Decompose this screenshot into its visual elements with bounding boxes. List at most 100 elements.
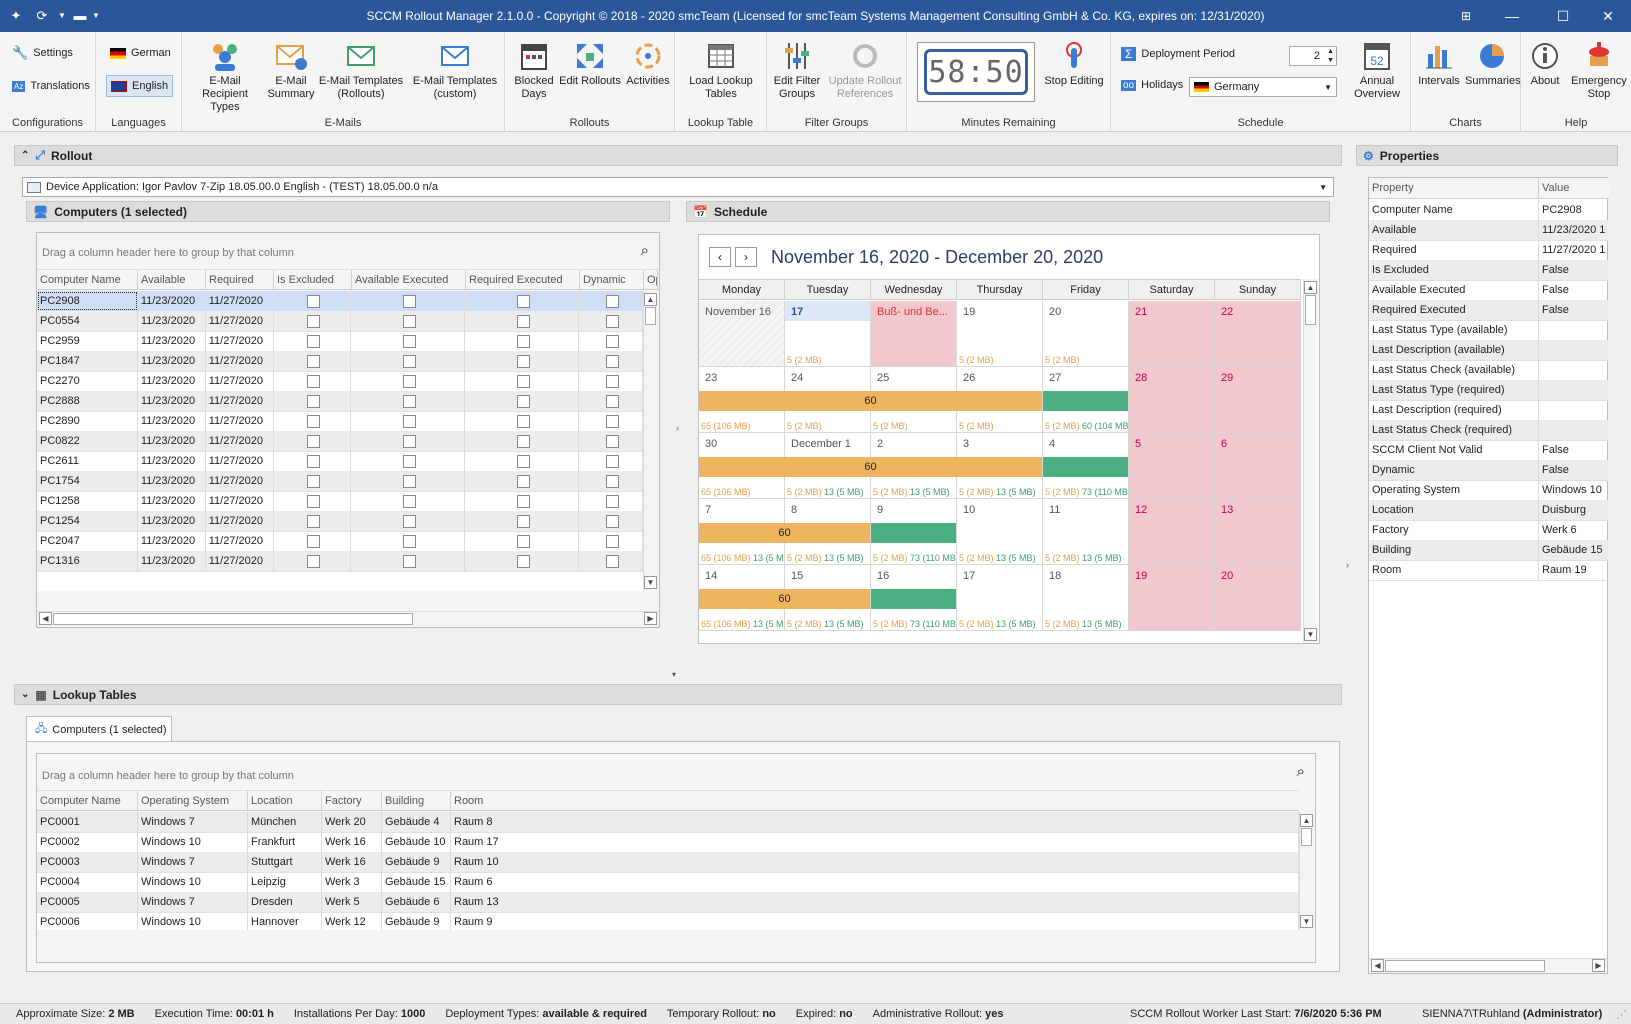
- scroll-down-icon[interactable]: ▼: [1304, 628, 1317, 641]
- checkbox[interactable]: [605, 494, 619, 508]
- deployment-bar[interactable]: [1043, 391, 1128, 411]
- col-property[interactable]: Property: [1369, 178, 1539, 198]
- checkbox[interactable]: [402, 334, 416, 348]
- computers-vscroll[interactable]: ▲ ▼: [643, 291, 658, 591]
- checkbox[interactable]: [402, 414, 416, 428]
- scroll-up-icon[interactable]: ▲: [644, 293, 657, 306]
- intervals-button[interactable]: Intervals: [1415, 40, 1463, 88]
- maximize-button[interactable]: ☐: [1540, 0, 1586, 32]
- checkbox-cell[interactable]: [351, 391, 466, 411]
- scroll-left-icon[interactable]: ◀: [1371, 959, 1384, 972]
- checkbox-cell[interactable]: [351, 331, 466, 351]
- checkbox-cell[interactable]: [351, 311, 466, 331]
- checkbox[interactable]: [307, 434, 321, 448]
- calendar-vscroll[interactable]: ▲ ▼: [1303, 279, 1318, 643]
- checkbox[interactable]: [605, 374, 619, 388]
- calendar-day[interactable]: 18 5 (2 MB) 13 (5 MB): [1043, 565, 1129, 631]
- checkbox-cell[interactable]: [465, 371, 580, 391]
- checkbox[interactable]: [516, 474, 530, 488]
- calendar-day[interactable]: 21: [1129, 301, 1215, 367]
- activities-button[interactable]: Activities: [623, 40, 673, 88]
- scroll-right-icon[interactable]: ▶: [1592, 959, 1605, 972]
- holidays-select[interactable]: Germany ▼: [1189, 77, 1337, 97]
- checkbox-cell[interactable]: [465, 351, 580, 371]
- checkbox-cell[interactable]: [579, 331, 643, 351]
- checkbox-cell[interactable]: [351, 531, 466, 551]
- checkbox[interactable]: [402, 554, 416, 568]
- checkbox[interactable]: [402, 394, 416, 408]
- deployment-bar[interactable]: 60: [699, 391, 1042, 411]
- checkbox-cell[interactable]: [274, 311, 352, 331]
- checkbox-cell[interactable]: [465, 511, 580, 531]
- checkbox[interactable]: [402, 434, 416, 448]
- deployment-bar[interactable]: 60: [699, 457, 1042, 477]
- translations-button[interactable]: Az Translations: [8, 75, 94, 97]
- restore-layout-icon[interactable]: ⊞: [1443, 0, 1489, 32]
- checkbox[interactable]: [516, 554, 530, 568]
- splitter-arrow-icon[interactable]: ›: [1346, 560, 1349, 570]
- checkbox[interactable]: [402, 534, 416, 548]
- group-drop-zone[interactable]: Drag a column header here to group by th…: [42, 770, 294, 782]
- checkbox-cell[interactable]: [351, 291, 466, 311]
- prev-month-button[interactable]: ‹: [709, 247, 731, 267]
- checkbox-cell[interactable]: [465, 431, 580, 451]
- checkbox[interactable]: [516, 414, 530, 428]
- col-value[interactable]: Value: [1539, 178, 1609, 198]
- table-row[interactable]: PC1316 11/23/2020 11/27/2020: [37, 551, 643, 572]
- col-factory[interactable]: Factory: [322, 791, 382, 810]
- table-row[interactable]: PC2611 11/23/2020 11/27/2020: [37, 451, 643, 472]
- col-available-executed[interactable]: Available Executed: [352, 270, 466, 289]
- checkbox[interactable]: [605, 334, 619, 348]
- col-op[interactable]: Op: [644, 270, 658, 289]
- checkbox-cell[interactable]: [579, 411, 643, 431]
- deployment-period-spinner[interactable]: 2 ▲ ▼: [1289, 46, 1337, 66]
- calendar-day[interactable]: 22: [1215, 301, 1301, 367]
- checkbox[interactable]: [402, 494, 416, 508]
- checkbox[interactable]: [307, 414, 321, 428]
- checkbox-cell[interactable]: [351, 511, 466, 531]
- spinner-arrows-icon[interactable]: ▲ ▼: [1327, 47, 1334, 65]
- email-summary-button[interactable]: E-Mail Summary: [266, 40, 316, 101]
- calendar-day[interactable]: 20: [1215, 565, 1301, 631]
- checkbox-cell[interactable]: [274, 511, 352, 531]
- checkbox-cell[interactable]: [465, 411, 580, 431]
- checkbox-cell[interactable]: [579, 451, 643, 471]
- table-row[interactable]: PC0554 11/23/2020 11/27/2020: [37, 311, 643, 332]
- checkbox[interactable]: [605, 554, 619, 568]
- chevron-down-icon[interactable]: ▼: [1319, 183, 1327, 192]
- deployment-bar[interactable]: 60: [699, 589, 870, 609]
- property-row[interactable]: Dynamic False: [1369, 460, 1609, 481]
- checkbox-cell[interactable]: [351, 491, 466, 511]
- minimize-button[interactable]: —: [1489, 0, 1535, 32]
- checkbox[interactable]: [605, 414, 619, 428]
- scroll-up-icon[interactable]: ▲: [1300, 814, 1313, 827]
- table-row[interactable]: PC2047 11/23/2020 11/27/2020: [37, 531, 643, 552]
- table-row[interactable]: PC0822 11/23/2020 11/27/2020: [37, 431, 643, 452]
- scroll-down-icon[interactable]: ▼: [1300, 915, 1313, 928]
- col-computer-name[interactable]: Computer Name: [37, 791, 138, 810]
- checkbox-cell[interactable]: [579, 311, 643, 331]
- table-row[interactable]: PC1258 11/23/2020 11/27/2020: [37, 491, 643, 512]
- checkbox-cell[interactable]: [351, 471, 466, 491]
- scroll-thumb[interactable]: [1305, 295, 1316, 325]
- checkbox[interactable]: [516, 454, 530, 468]
- calendar-day[interactable]: 11 5 (2 MB) 13 (5 MB): [1043, 499, 1129, 565]
- checkbox[interactable]: [516, 354, 530, 368]
- checkbox-cell[interactable]: [351, 431, 466, 451]
- checkbox-cell[interactable]: [274, 371, 352, 391]
- load-lookup-tables-button[interactable]: Load Lookup Tables: [681, 40, 761, 101]
- scroll-right-icon[interactable]: ▶: [644, 612, 657, 625]
- checkbox[interactable]: [605, 534, 619, 548]
- checkbox-cell[interactable]: [465, 491, 580, 511]
- property-row[interactable]: Last Status Type (available): [1369, 320, 1609, 341]
- property-row[interactable]: Last Description (required): [1369, 400, 1609, 421]
- scroll-thumb[interactable]: [1301, 828, 1312, 846]
- property-row[interactable]: Available 11/23/2020 1: [1369, 220, 1609, 241]
- property-row[interactable]: Building Gebäude 15: [1369, 540, 1609, 561]
- email-templates-custom-button[interactable]: E-Mail Templates (custom): [408, 40, 502, 101]
- checkbox[interactable]: [516, 434, 530, 448]
- checkbox[interactable]: [605, 394, 619, 408]
- checkbox[interactable]: [605, 294, 619, 308]
- calendar-day[interactable]: 17 5 (2 MB) 13 (5 MB): [957, 565, 1043, 631]
- group-drop-zone[interactable]: Drag a column header here to group by th…: [42, 247, 294, 259]
